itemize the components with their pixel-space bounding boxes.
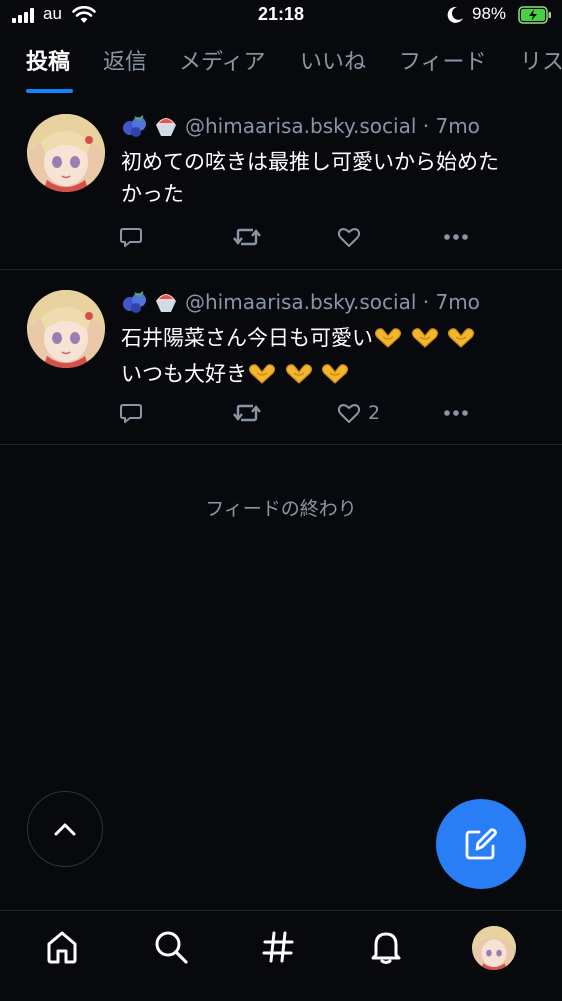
scroll-to-top-button[interactable] (27, 791, 103, 867)
post-item[interactable]: @himaarisa.bsky.social · 7mo 初めての呟きは最推し可… (0, 94, 562, 270)
post-header: @himaarisa.bsky.social · 7mo (121, 290, 480, 316)
nav-feeds[interactable] (258, 927, 298, 967)
home-icon (47, 931, 77, 964)
post-handle[interactable]: @himaarisa.bsky.social (185, 290, 416, 314)
avatar[interactable] (27, 290, 105, 368)
tab-media[interactable]: メディア (179, 44, 265, 76)
post-text-line: かった (121, 182, 184, 206)
post-time: 7mo (435, 114, 480, 138)
reply-icon (120, 404, 142, 423)
repost-icon (233, 228, 261, 246)
post-text-line: いつも大好き (121, 358, 541, 394)
heart-hands-icon (322, 364, 349, 384)
tab-likes[interactable]: いいね (300, 44, 366, 76)
status-bar: au 21:18 98% (0, 0, 562, 32)
like-button[interactable] (336, 222, 362, 252)
nav-home[interactable] (42, 927, 82, 967)
heart-hands-icon (411, 328, 438, 348)
post-header: @himaarisa.bsky.social · 7mo (121, 114, 480, 140)
nav-search[interactable] (151, 927, 191, 967)
battery-percent: 98% (472, 4, 507, 23)
heart-hands-icon (248, 364, 276, 384)
reply-icon (120, 228, 142, 247)
tab-feeds[interactable]: フィード (399, 44, 487, 76)
blueberries-icon (123, 115, 146, 137)
ellipsis-icon (444, 410, 468, 416)
tab-replies[interactable]: 返信 (103, 44, 147, 76)
reply-button[interactable] (118, 398, 144, 428)
heart-icon (337, 404, 361, 423)
heart-hands-icon (285, 364, 312, 384)
battery-charging-icon (518, 6, 551, 24)
profile-avatar[interactable] (472, 926, 516, 970)
avatar[interactable] (27, 114, 105, 192)
more-options-button[interactable] (442, 398, 470, 428)
more-options-button[interactable] (442, 222, 470, 252)
post-actions: 2 (118, 398, 478, 428)
tab-posts[interactable]: 投稿 (26, 44, 70, 76)
repost-button[interactable] (232, 222, 262, 252)
hashtag-icon (262, 931, 294, 963)
heart-icon (337, 228, 361, 247)
active-tab-indicator (26, 89, 73, 93)
bell-icon (371, 932, 401, 964)
post-text: 石井陽菜さん今日も可愛い いつも大好き (121, 322, 541, 394)
shaved-ice-icon (156, 118, 176, 136)
nav-notifications[interactable] (366, 927, 406, 967)
blueberries-icon (123, 291, 146, 313)
shaved-ice-icon (156, 294, 176, 312)
chevron-up-icon (54, 823, 76, 836)
bottom-navigation (0, 910, 562, 1001)
profile-tabs: 投稿 返信 メディア いいね フィード リスト (0, 40, 562, 94)
reply-button[interactable] (118, 222, 144, 252)
compose-icon (465, 828, 497, 860)
feed-end-label: フィードの終わり (205, 498, 357, 520)
search-icon (155, 931, 188, 964)
post-actions (118, 222, 478, 252)
post-text: 初めての呟きは最推し可愛いから始めた かった (121, 146, 541, 210)
post-text-line: 初めての呟きは最推し可愛いから始めた (121, 150, 499, 174)
tab-lists[interactable]: リスト (520, 44, 562, 76)
heart-hands-icon (374, 328, 402, 348)
compose-button[interactable] (436, 799, 526, 889)
like-button[interactable]: 2 (336, 398, 380, 428)
ellipsis-icon (444, 234, 468, 240)
post-handle[interactable]: @himaarisa.bsky.social (185, 114, 416, 138)
repost-icon (233, 404, 261, 422)
heart-hands-icon (448, 328, 475, 348)
post-time: 7mo (435, 290, 480, 314)
post-item[interactable]: @himaarisa.bsky.social · 7mo 石井陽菜さん今日も可愛… (0, 270, 562, 445)
post-text-line: 石井陽菜さん今日も可愛い (121, 322, 541, 358)
like-count: 2 (368, 402, 381, 424)
moon-icon (447, 6, 463, 23)
repost-button[interactable] (232, 398, 262, 428)
